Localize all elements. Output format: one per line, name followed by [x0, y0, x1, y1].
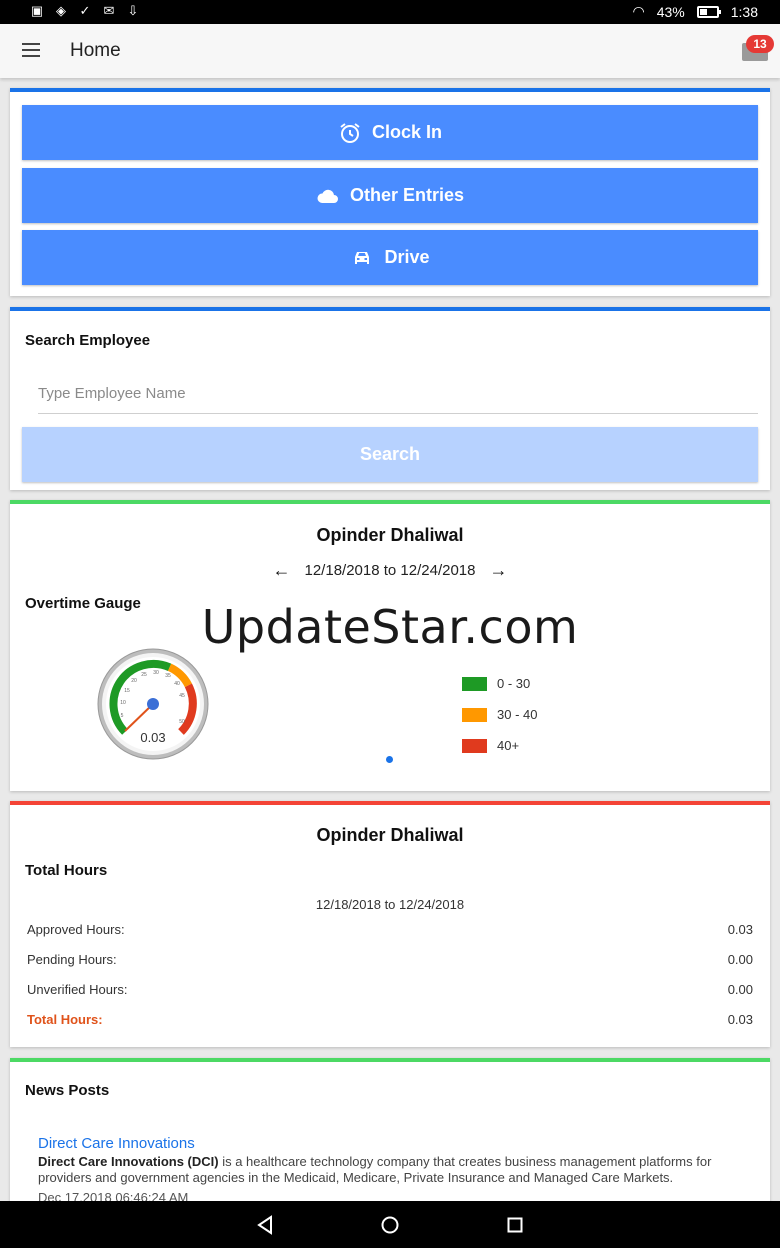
legend-label: 30 - 40 — [497, 707, 538, 722]
hours-value: 0.03 — [727, 922, 753, 937]
legend-item: 40+ — [462, 730, 537, 761]
news-post-link[interactable]: Direct Care Innovations — [38, 1135, 195, 1152]
legend-label: 0 - 30 — [497, 676, 531, 691]
home-icon[interactable] — [379, 1214, 401, 1236]
gauge-legend: 0 - 30 30 - 40 40+ — [462, 668, 537, 761]
notifications-button[interactable]: 13 — [742, 35, 774, 61]
news-post-company: Direct Care Innovations (DCI) — [38, 1154, 219, 1169]
hours-date-range: 12/18/2018 to 12/24/2018 — [315, 897, 465, 912]
date-navigator: ← 12/18/2018 to 12/24/2018 → — [10, 560, 770, 581]
total-hours-card: Opinder Dhaliwal Total Hours 12/18/2018 … — [10, 801, 770, 1047]
battery-percent: 43% — [656, 3, 685, 20]
back-icon[interactable] — [254, 1214, 276, 1236]
mail-icon: ✉ — [103, 3, 115, 18]
system-nav-bar — [0, 1201, 780, 1248]
gauge-tick-50: 50 — [179, 719, 185, 725]
gallery-icon: ▣ — [30, 3, 44, 18]
legend-label: 40+ — [497, 738, 520, 753]
battery-icon — [696, 5, 721, 18]
actions-card: Clock In Other Entries Drive — [10, 88, 770, 296]
clock-in-label: Clock In — [371, 122, 442, 142]
gauge-value: 0.03 — [140, 730, 165, 745]
gauge-tick-40: 40 — [174, 681, 180, 687]
gauge-tick-5: 5 — [121, 713, 124, 719]
watermark-text: UpdateStar.com — [201, 600, 579, 654]
next-week-arrow-icon[interactable]: → — [490, 560, 508, 581]
hours-label: Pending Hours: — [27, 952, 117, 967]
gauge-tick-35: 35 — [165, 673, 171, 679]
clock-time: 1:38 — [730, 3, 758, 20]
hours-value: 0.00 — [727, 952, 753, 967]
alarm-clock-icon — [340, 122, 360, 143]
gauge-tick-15: 15 — [124, 688, 130, 694]
legend-item: 30 - 40 — [462, 699, 537, 730]
clock-in-button[interactable]: Clock In — [22, 105, 758, 160]
employee-name: Opinder Dhaliwal — [316, 525, 464, 545]
legend-swatch-green — [462, 676, 487, 691]
search-title: Search Employee — [25, 332, 151, 349]
other-entries-button[interactable]: Other Entries — [22, 168, 758, 223]
employee-name-input[interactable] — [38, 374, 758, 414]
hours-row-approved: Approved Hours: 0.03 — [27, 922, 753, 937]
page-indicator-dot[interactable] — [386, 756, 393, 763]
hours-value: 0.00 — [727, 982, 753, 997]
hours-label: Approved Hours: — [27, 922, 125, 937]
search-button[interactable]: Search — [22, 427, 758, 482]
cloud-icon — [317, 189, 338, 203]
hours-value: 0.03 — [727, 1012, 753, 1027]
gauge-tick-20: 20 — [131, 678, 137, 684]
checklist-icon: ✓ — [79, 3, 91, 18]
wifi-icon: ◠ — [632, 3, 645, 19]
recent-apps-icon[interactable] — [504, 1214, 526, 1236]
gauge-hub — [147, 698, 159, 710]
overtime-gauge: 5 10 15 20 25 30 35 40 45 50 0.03 — [97, 648, 209, 760]
app-bar: Home 13 — [0, 24, 780, 78]
download-icon: ⇩ — [127, 3, 139, 18]
other-entries-label: Other Entries — [349, 185, 465, 205]
total-hours-title: Total Hours — [25, 862, 108, 879]
legend-swatch-red — [462, 738, 487, 753]
status-bar: ▣ ◈ ✓ ✉ ⇩ ◠ 43% 1:38 — [0, 0, 780, 24]
page-title: Home — [70, 40, 121, 61]
hours-row-unverified: Unverified Hours: 0.00 — [27, 982, 753, 997]
shield-icon: ◈ — [56, 3, 66, 18]
news-title: News Posts — [25, 1082, 110, 1099]
overtime-gauge-card: Opinder Dhaliwal ← 12/18/2018 to 12/24/2… — [10, 500, 770, 791]
news-post-body: Direct Care Innovations (DCI) is a healt… — [38, 1154, 753, 1186]
gauge-tick-10: 10 — [120, 700, 126, 706]
drive-label: Drive — [384, 247, 430, 267]
gauge-tick-45: 45 — [179, 693, 185, 699]
search-card: Search Employee Search — [10, 307, 770, 490]
gauge-tick-25: 25 — [141, 672, 147, 678]
legend-item: 0 - 30 — [462, 668, 537, 699]
legend-swatch-orange — [462, 707, 487, 722]
previous-week-arrow-icon[interactable]: ← — [273, 560, 291, 581]
status-icons: ▣ ◈ ✓ ✉ ⇩ — [30, 4, 140, 18]
employee-name: Opinder Dhaliwal — [316, 825, 464, 845]
notification-badge: 13 — [746, 35, 774, 53]
date-range: 12/18/2018 to 12/24/2018 — [304, 562, 476, 579]
news-posts-card: News Posts Direct Care Innovations Direc… — [10, 1058, 770, 1208]
hamburger-menu-icon[interactable] — [22, 43, 40, 57]
gauge-tick-30: 30 — [153, 670, 159, 676]
hours-row-pending: Pending Hours: 0.00 — [27, 952, 753, 967]
hours-label: Unverified Hours: — [27, 982, 128, 997]
drive-button[interactable]: Drive — [22, 230, 758, 285]
car-icon — [355, 251, 370, 264]
hours-label: Total Hours: — [27, 1012, 103, 1027]
hours-row-total: Total Hours: 0.03 — [27, 1012, 753, 1027]
status-right: ◠ 43% 1:38 — [633, 3, 759, 20]
